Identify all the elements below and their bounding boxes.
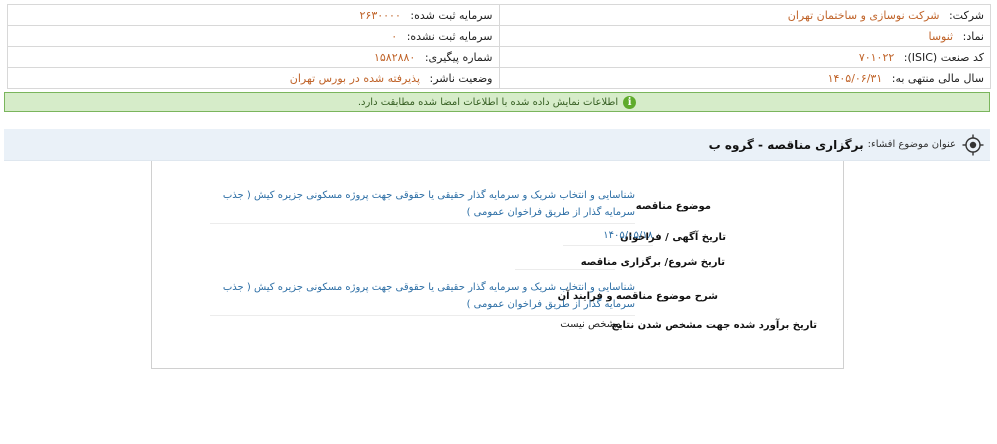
field-value-tender-subject: شناسایی و انتخاب شریک و سرمایه گذار حقیق… — [210, 187, 635, 224]
fiscal-value: ۱۴۰۵/۰۶/۳۱ — [827, 71, 883, 85]
unreg-capital-cell: سرمایه ثبت نشده: ۰ — [7, 25, 500, 47]
publisher-cell: وضعیت ناشر: پذیرفته شده در بورس تهران — [7, 67, 500, 89]
publisher-value: پذیرفته شده در بورس تهران — [289, 71, 421, 85]
target-icon — [962, 134, 984, 155]
field-value-start-date — [515, 251, 615, 270]
company-cell: شرکت: شرکت نوسازی و ساختمان تهران — [498, 4, 991, 26]
fiscal-cell: سال مالی منتهی به: ۱۴۰۵/۰۶/۳۱ — [498, 67, 991, 89]
field-value-announce-date: ۱۴۰۵/۰۵/۱۸ — [563, 227, 653, 246]
unreg-capital-value: ۰ — [391, 29, 398, 43]
field-value-result-date: مشخص نیست — [560, 319, 621, 330]
verification-notice: i اطلاعات نمایش داده شده با اطلاعات امضا… — [4, 92, 990, 112]
reg-capital-cell: سرمایه ثبت شده: ۲۶۳۰۰۰۰ — [7, 4, 500, 26]
symbol-label: نماد: — [962, 29, 984, 43]
reg-capital-label: سرمایه ثبت شده: — [410, 8, 493, 22]
company-info-table: شرکت: شرکت نوسازی و ساختمان تهران سرمایه… — [7, 4, 991, 89]
info-icon: i — [623, 95, 637, 109]
reg-capital-value: ۲۶۳۰۰۰۰ — [359, 8, 401, 22]
subject-title: برگزاری مناقصه - گروه ب — [708, 137, 864, 152]
field-value-tender-description: شناسایی و انتخاب شریک و سرمایه گذار حقیق… — [210, 279, 635, 316]
verification-text: اطلاعات نمایش داده شده با اطلاعات امضا ش… — [357, 96, 619, 108]
tracking-value: ۱۵۸۲۸۸۰ — [373, 50, 416, 64]
field-label-result-date: تاریخ برآورد شده جهت مشخص شدن نتایج — [611, 320, 817, 331]
publisher-label: وضعیت ناشر: — [429, 71, 493, 85]
isic-cell: کد صنعت (ISIC): ۷۰۱۰۲۲ — [498, 46, 991, 68]
company-label: شرکت: — [948, 8, 984, 22]
subject-label: عنوان موضوع افشاء: — [867, 139, 956, 150]
isic-label: کد صنعت (ISIC): — [903, 50, 984, 64]
field-label-tender-subject: موضوع مناقصه — [635, 201, 711, 212]
tracking-cell: شماره پیگیری: ۱۵۸۲۸۸۰ — [7, 46, 500, 68]
symbol-value: ثنوسا — [928, 29, 954, 43]
disclosure-card: موضوع مناقصه شناسایی و انتخاب شریک و سرم… — [151, 161, 844, 369]
company-value: شرکت نوسازی و ساختمان تهران — [787, 8, 940, 22]
symbol-cell: نماد: ثنوسا — [498, 25, 991, 47]
fiscal-label: سال مالی منتهی به: — [891, 71, 984, 85]
subject-title-bar: عنوان موضوع افشاء: برگزاری مناقصه - گروه… — [4, 129, 990, 161]
tracking-label: شماره پیگیری: — [424, 50, 493, 64]
unreg-capital-label: سرمایه ثبت نشده: — [406, 29, 493, 43]
isic-value: ۷۰۱۰۲۲ — [858, 50, 895, 64]
